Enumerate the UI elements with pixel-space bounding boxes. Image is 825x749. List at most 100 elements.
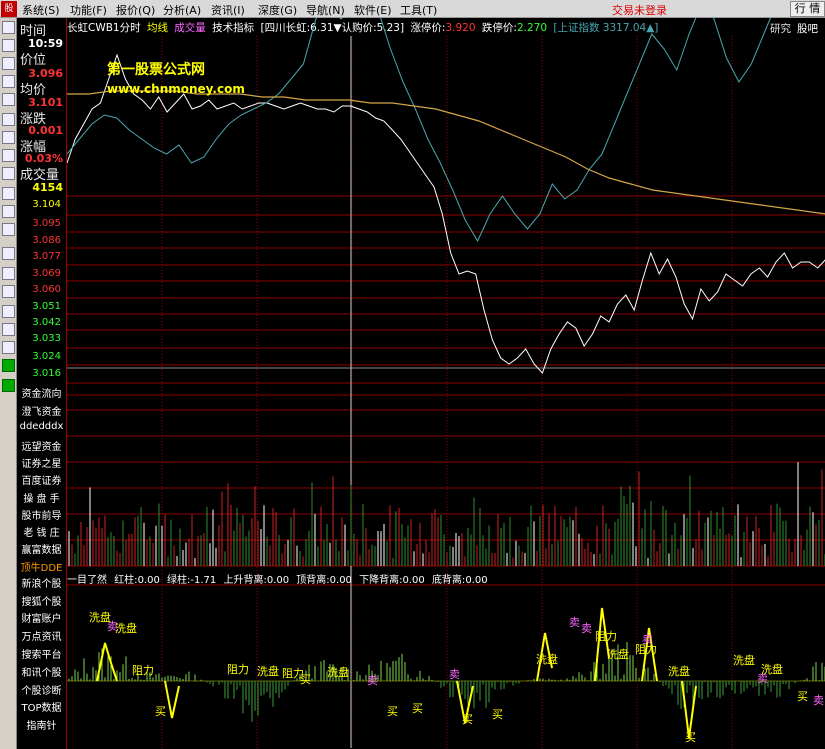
side-button[interactable]: 万点资讯 [18, 628, 65, 643]
calc-icon[interactable] [2, 113, 15, 126]
quote-panel: 时间 10:59 价位 3.096 均价 3.101 涨跌 0.001 涨幅 0… [18, 18, 65, 749]
signal-label: 买 [387, 705, 398, 718]
fall-divergence-value: 0.00 [402, 575, 425, 586]
signal-label: 洗盘 [257, 664, 279, 678]
signal-label: 买 [685, 731, 696, 744]
left-toolbar [0, 18, 17, 749]
signal-label: 卖 [449, 668, 460, 681]
signal-label: 买 [797, 690, 808, 703]
menu-info[interactable]: 资讯(I) [211, 2, 245, 18]
side-button[interactable]: 远望资金 [18, 438, 65, 453]
indicator-signal-line [96, 642, 118, 682]
back-icon[interactable] [2, 323, 15, 336]
login-status[interactable]: 交易未登录 [612, 2, 667, 18]
menu-bar: 股 系统(S) 功能(F) 报价(Q) 分析(A) 资讯(I) 深度(G) 导航… [0, 0, 825, 18]
side-button[interactable]: 搜索平台 [18, 646, 65, 661]
watermark-url: www.chnmoney.com [107, 82, 245, 96]
menu-analysis[interactable]: 分析(A) [163, 2, 201, 18]
signal-label: 阻力 [227, 663, 249, 676]
book-icon[interactable] [2, 149, 15, 162]
table-icon[interactable] [2, 205, 15, 218]
bottom-divergence-value: 0.00 [465, 575, 488, 586]
side-button[interactable]: 指南针 [18, 717, 65, 732]
y-tick-label: 3.024 [32, 351, 61, 362]
side-button[interactable]: 老 钱 庄 [18, 524, 65, 539]
line-icon[interactable] [2, 247, 15, 260]
grid-icon[interactable] [2, 39, 15, 52]
side-button[interactable]: 顶牛DDE [18, 559, 65, 574]
signal-label: 洗盘 [327, 665, 349, 679]
signal-label: 阻力 [132, 664, 154, 677]
side-button[interactable]: 资金流向 [18, 385, 65, 400]
percent-icon[interactable] [2, 305, 15, 318]
menu-navigate[interactable]: 导航(N) [306, 2, 345, 18]
side-button[interactable]: 搜狐个股 [18, 593, 65, 608]
y-tick-label: 3.086 [32, 235, 61, 246]
chart3-icon[interactable] [2, 285, 15, 298]
chart-area: 长虹CWB1分时 均线 成交量 技术指标 [四川长虹:6.31▼认购价:5.23… [66, 18, 825, 749]
chart-icon[interactable] [2, 21, 15, 34]
signal-label: 买 [492, 708, 503, 721]
menu-system[interactable]: 系统(S) [22, 2, 60, 18]
side-button[interactable]: 澄飞资金 [18, 403, 65, 418]
side-button[interactable]: 赢富数据 [18, 541, 65, 556]
side-button[interactable]: 百度证券 [18, 472, 65, 487]
signal-label: 买 [300, 673, 311, 686]
side-button[interactable]: 证券之星 [18, 455, 65, 470]
signal-label: 买 [412, 702, 423, 715]
candle-icon[interactable] [2, 57, 15, 70]
down-arrow-icon[interactable] [2, 379, 15, 392]
y-tick-label: 3.069 [32, 268, 61, 279]
red-bar-label: 红柱: [114, 575, 138, 586]
info-icon[interactable] [2, 131, 15, 144]
green-bar-label: 绿柱: [167, 575, 191, 586]
menu-function[interactable]: 功能(F) [70, 2, 107, 18]
menu-quote[interactable]: 报价(Q) [116, 2, 155, 18]
side-button[interactable]: TOP数据 [18, 699, 65, 714]
rise-divergence-label: 上升背离: [223, 575, 267, 586]
signal-label: 卖 [813, 694, 824, 707]
green-bar-value: -1.71 [190, 575, 217, 586]
y-tick-label: 3.051 [32, 301, 61, 312]
y-tick-label: 3.077 [32, 251, 61, 262]
menu-depth[interactable]: 深度(G) [258, 2, 297, 18]
news-icon[interactable] [2, 93, 15, 106]
signal-label: 洗盘 [761, 662, 783, 676]
index-line [67, 18, 771, 243]
y-tick-label: 3.016 [32, 368, 61, 378]
pencil-icon[interactable] [2, 341, 15, 354]
window-icon[interactable] [2, 223, 15, 236]
signal-label: 洗盘 [668, 664, 690, 678]
app-window: 股 系统(S) 功能(F) 报价(Q) 分析(A) 资讯(I) 深度(G) 导航… [0, 0, 825, 749]
side-button[interactable]: 操 盘 手 [18, 490, 65, 505]
bottom-divergence-label: 底背离: [431, 575, 466, 586]
y-axis-labels: 3.104 3.095 3.086 3.077 3.069 3.060 3.051 3.042… [32, 199, 61, 378]
money-icon[interactable] [2, 167, 15, 180]
signal-label: 阻力 [595, 630, 617, 643]
chart2-icon[interactable] [2, 267, 15, 280]
signal-label: 卖 [581, 622, 592, 635]
side-button[interactable]: 股市前导 [18, 507, 65, 522]
menu-software[interactable]: 软件(E) [354, 2, 392, 18]
bar-icon[interactable] [2, 75, 15, 88]
quote-tab-button[interactable]: 行 情 [790, 1, 825, 17]
signal-label: 洗盘 [607, 647, 629, 661]
side-button[interactable]: 财富账户 [18, 610, 65, 625]
top-divergence-value: 0.00 [329, 575, 352, 586]
y-tick-label: 3.042 [32, 317, 61, 328]
side-button[interactable]: 新浪个股 [18, 575, 65, 590]
signal-label: 洗盘 [536, 652, 558, 666]
indicator-name: 一目了然 [67, 575, 107, 586]
search-icon[interactable] [2, 187, 15, 200]
price-line [67, 53, 825, 374]
signal-label: 卖 [367, 674, 378, 687]
side-button[interactable]: 个股诊断 [18, 682, 65, 697]
side-button[interactable]: 和讯个股 [18, 664, 65, 679]
signal-label: 卖 [642, 633, 653, 646]
up-arrow-icon[interactable] [2, 359, 15, 372]
intraday-chart[interactable]: 洗盘卖洗盘阻力买阻力 洗盘 阻力买洗盘卖买 买卖买 买卖洗盘卖阻力洗盘 阻力卖洗盘买洗盘卖… [67, 18, 825, 749]
y-tick-label: 3.104 [32, 199, 61, 210]
side-button[interactable]: ddedddx [18, 421, 65, 432]
indicator-bar: 一目了然 红柱:0.00 绿柱:-1.71 上升背离:0.00 顶背离:0.00… [67, 571, 492, 586]
menu-tools[interactable]: 工具(T) [400, 2, 437, 18]
